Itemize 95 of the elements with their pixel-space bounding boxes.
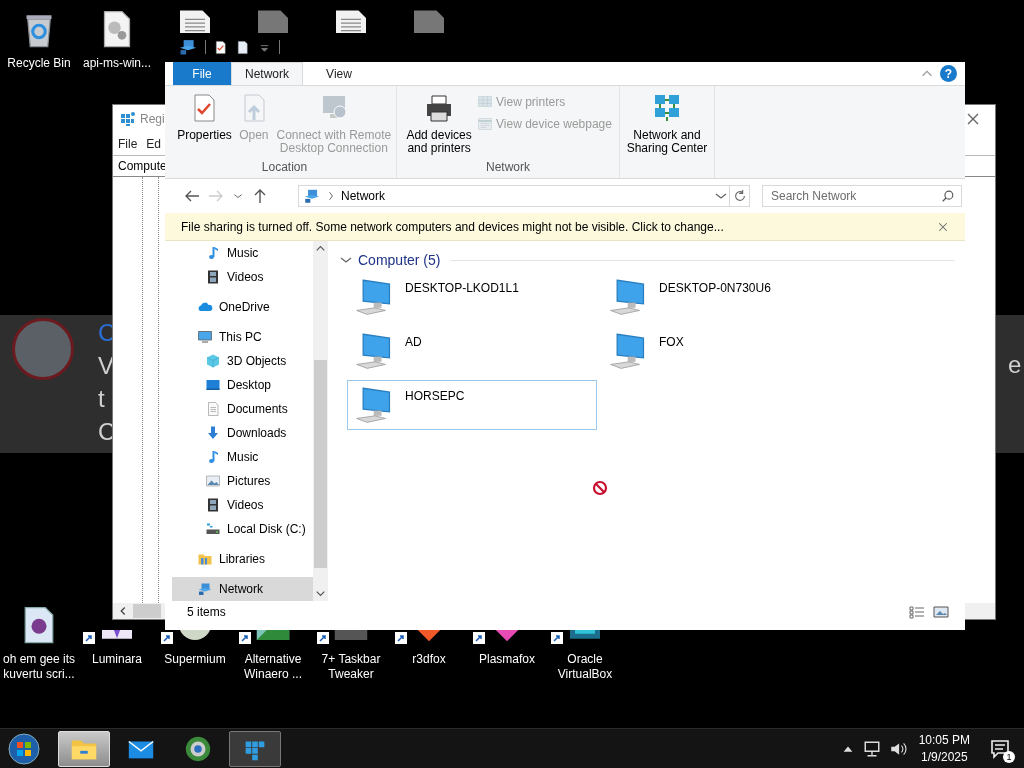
large-icons-view-icon[interactable] [933, 604, 949, 620]
notification-count: 1 [1003, 750, 1015, 763]
network-icon [303, 187, 321, 205]
page-icon[interactable] [235, 39, 250, 55]
film-icon [205, 497, 221, 513]
menu-item[interactable]: File [118, 137, 138, 151]
nav-item[interactable]: OneDrive [172, 295, 313, 319]
computer-name: HORSEPC [405, 389, 465, 403]
grid-icon [477, 94, 494, 110]
notification-text: t [98, 384, 106, 414]
nav-item[interactable]: Music [172, 241, 313, 265]
shortcut-arrow-icon[interactable] [239, 632, 251, 644]
nav-item[interactable]: Documents [172, 397, 313, 421]
scrollbar[interactable] [313, 241, 328, 601]
nav-item[interactable]: Videos [172, 265, 313, 289]
taskbar-button[interactable] [229, 730, 281, 767]
desktop-icon-label: r3dfox [411, 652, 447, 667]
desktop-icon-label: oh em gee its kuvertu scri... [1, 652, 76, 682]
film-icon [205, 269, 221, 285]
desktop-icon-label: api-ms-win... [82, 56, 152, 71]
nav-item[interactable]: Local Disk (C:) [172, 517, 313, 541]
desktop-icon-label: Alternative Winaero ... [243, 652, 303, 682]
ribbon-tab[interactable]: Network [231, 62, 303, 85]
time-text: 10:05 PM [918, 731, 970, 749]
computer-tile[interactable]: AD [347, 326, 597, 376]
computer-tile[interactable]: DESKTOP-0N730U6 [601, 272, 851, 322]
shortcut-arrow-icon[interactable] [83, 632, 95, 644]
desktop-icon-label: Oracle VirtualBox [556, 652, 614, 682]
column-header[interactable]: Compute [118, 159, 167, 173]
shortcut-arrow-icon[interactable] [473, 632, 485, 644]
nav-item[interactable]: 3D Objects [172, 349, 313, 373]
network-icon [197, 581, 213, 597]
search-icon[interactable] [941, 189, 955, 203]
desktop-icon-label: Plasmafox [478, 652, 536, 667]
scrollbar-thumb[interactable] [314, 360, 327, 568]
document-icon [205, 401, 221, 417]
desktop-icon [205, 377, 221, 393]
help-button[interactable]: ? [940, 65, 957, 82]
picture-icon [205, 473, 221, 489]
group-label: Location [261, 160, 308, 176]
nav-item[interactable]: Videos [172, 493, 313, 517]
shortcut-arrow-icon[interactable] [161, 632, 173, 644]
no-entry-icon [592, 480, 608, 496]
scrollbar-thumb[interactable] [133, 604, 161, 618]
notification-icon[interactable] [990, 738, 1010, 759]
windows-logo-icon [8, 732, 40, 765]
nav-item[interactable]: Libraries [172, 547, 313, 571]
shortcut-arrow-icon[interactable] [395, 632, 407, 644]
ribbon-tab[interactable]: File [173, 62, 231, 85]
shortcut-arrow-icon[interactable] [551, 632, 563, 644]
network-icon[interactable] [178, 37, 198, 57]
close-icon[interactable] [965, 111, 981, 127]
nav-item[interactable]: Pictures [172, 469, 313, 493]
nav-item[interactable]: Desktop [172, 373, 313, 397]
network-status-icon[interactable] [862, 739, 881, 758]
desktop-icon-label: 7+ Taskbar Tweaker [320, 652, 382, 682]
ribbon-button[interactable]: Add devices and printers [404, 92, 475, 155]
properties-icon[interactable] [213, 39, 228, 55]
computer-name: DESKTOP-0N730U6 [659, 281, 771, 295]
desktop-icon-label: Supermium [163, 652, 227, 667]
computer-name: FOX [659, 335, 684, 349]
computer-name: AD [405, 335, 422, 349]
nav-item[interactable]: This PC [172, 325, 313, 349]
back-arrow-icon[interactable] [184, 188, 200, 204]
search-field[interactable]: Search Network [762, 185, 962, 207]
desktop-icon-label: Luminara [91, 652, 143, 667]
shortcut-arrow-icon[interactable] [317, 632, 329, 644]
download-arrow-icon [205, 425, 221, 441]
nav-item[interactable]: Downloads [172, 421, 313, 445]
group-header[interactable]: Computer (5) [338, 251, 955, 269]
computer-name: DESKTOP-LKOD1L1 [405, 281, 519, 295]
close-icon[interactable] [937, 220, 949, 233]
status-text: 5 items [187, 605, 226, 619]
address-bar[interactable]: Network [298, 185, 730, 207]
monitor-icon [197, 329, 213, 345]
notification-text: e [1008, 351, 1022, 379]
webpage-icon [477, 116, 494, 132]
desktop-icon-label: Recycle Bin [6, 56, 72, 71]
ribbon-button[interactable]: Properties [177, 92, 232, 142]
nav-item[interactable]: Music [172, 445, 313, 469]
details-view-icon[interactable] [909, 604, 925, 620]
cube-icon [205, 353, 221, 369]
disk-icon [205, 521, 221, 537]
cubes-icon [119, 111, 135, 127]
computer-tile[interactable]: FOX [601, 326, 851, 376]
computer-tile[interactable]: DESKTOP-LKOD1L1 [347, 272, 597, 322]
computer-tile[interactable]: HORSEPC [347, 380, 597, 430]
ribbon-tab[interactable]: View [303, 62, 375, 85]
group-label: Network [486, 160, 530, 176]
up-arrow-icon[interactable] [252, 188, 268, 204]
ribbon-button[interactable]: Network and Sharing Center [626, 92, 708, 155]
menu-item[interactable]: Ed [146, 137, 162, 151]
nav-item[interactable]: Network [172, 577, 313, 601]
window-title: Regi [140, 112, 165, 126]
date-text: 1/9/2025 [920, 748, 968, 766]
